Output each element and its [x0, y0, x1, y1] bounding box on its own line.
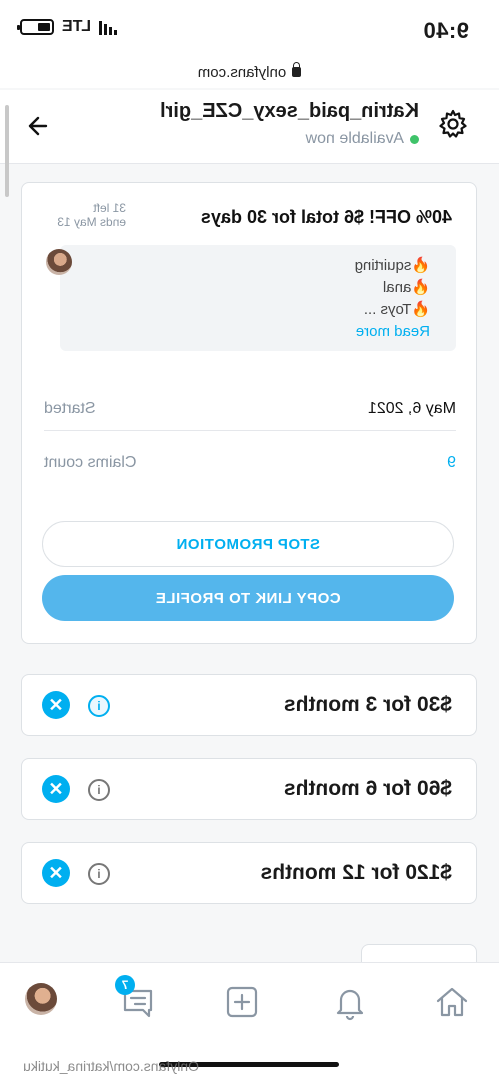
description-line: 🔥Toys ... — [363, 301, 430, 318]
read-more-link[interactable]: Read more — [86, 321, 430, 343]
description-line: 🔥squirting — [354, 257, 430, 274]
avatar[interactable] — [46, 249, 72, 275]
promotion-description: 🔥squirting 🔥anal 🔥Toys ... Read more — [60, 245, 456, 351]
promotion-card: 40% OFF! $6 total for 30 days 31 left en… — [21, 182, 477, 644]
promotion-title: 40% OFF! $6 total for 30 days — [200, 207, 452, 227]
claims-row: 9 Claims count — [44, 441, 456, 485]
chat-username[interactable]: Katrin_paid_sexy_CZE_girl — [79, 100, 419, 123]
watermark: Onlyfans.com/katrina_kutiku — [23, 1058, 199, 1074]
avatar[interactable] — [25, 983, 57, 1015]
close-icon[interactable]: ✕ — [42, 775, 70, 803]
back-arrow-icon[interactable] — [23, 112, 53, 142]
browser-url-bar[interactable]: onlyfans.com — [0, 56, 499, 88]
promotion-ends: ends May 13 — [57, 215, 126, 229]
url-text: onlyfans.com — [197, 63, 287, 81]
copy-link-button[interactable]: COPY LINK TO PROFILE — [42, 575, 454, 621]
online-dot-icon — [410, 134, 419, 144]
chat-status-text: Available now — [305, 130, 404, 147]
close-icon[interactable]: ✕ — [42, 859, 70, 887]
info-icon[interactable]: i — [88, 779, 110, 801]
chat-status: Available now — [79, 130, 419, 148]
bundle-price: $120 for 12 months — [260, 861, 452, 884]
promotion-meta: 31 left ends May 13 — [57, 201, 126, 229]
status-time: 9:40 — [422, 18, 469, 43]
lock-icon — [292, 67, 302, 77]
scrollbar-thumb[interactable] — [5, 105, 9, 197]
gear-icon[interactable] — [437, 108, 469, 140]
home-icon[interactable] — [433, 983, 471, 1021]
description-line: 🔥anal — [382, 279, 430, 296]
status-indicators: LTE — [20, 18, 118, 36]
partial-card — [361, 944, 477, 964]
bundle-card: $120 for 12 months i ✕ — [21, 842, 477, 904]
signal-icon — [99, 19, 118, 35]
add-post-icon[interactable] — [223, 983, 261, 1021]
started-row: May 6, 2021 Started — [44, 387, 456, 431]
bundle-card: $60 for 6 months i ✕ — [21, 758, 477, 820]
promotion-left: 31 left — [93, 201, 126, 215]
network-label: LTE — [62, 18, 92, 35]
started-label: Started — [44, 399, 96, 417]
claims-label: Claims count — [44, 454, 137, 471]
info-icon[interactable]: i — [88, 695, 110, 717]
claims-value[interactable]: 9 — [447, 454, 456, 472]
bundle-price: $60 for 6 months — [283, 777, 452, 800]
stop-promotion-button[interactable]: STOP PROMOTION — [42, 521, 454, 567]
info-icon[interactable]: i — [88, 863, 110, 885]
close-icon[interactable]: ✕ — [42, 691, 70, 719]
started-value: May 6, 2021 — [367, 399, 456, 417]
bell-icon[interactable] — [331, 983, 369, 1021]
messages-badge: 7 — [115, 975, 135, 995]
bundle-card: $30 for 3 months i ✕ — [21, 674, 477, 736]
bundle-price: $30 for 3 months — [283, 693, 452, 716]
battery-icon — [20, 19, 54, 35]
status-bar: 9:40 LTE — [0, 0, 499, 60]
app-screen: 9:40 LTE onlyfans.com Katrin_paid_sexy_C… — [0, 0, 499, 1080]
